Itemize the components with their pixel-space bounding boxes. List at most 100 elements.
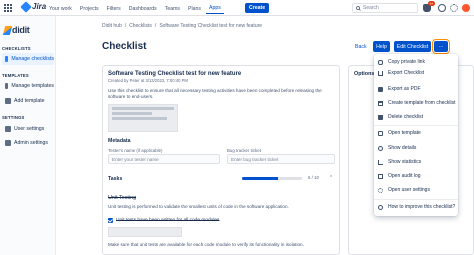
menu-item-show-statistics[interactable]: Show statistics <box>374 157 458 167</box>
didit-logo[interactable]: didit <box>2 25 30 35</box>
menu-item-open-audit-log[interactable]: Open audit log <box>374 171 458 181</box>
task-section-description: Unit testing is performed to validate th… <box>108 204 289 209</box>
search-placeholder: Search <box>363 5 379 11</box>
menu-item-label: Open template <box>388 130 421 136</box>
tasks-progress-bar <box>242 177 302 180</box>
sidebar-section-checklists: CHECKLISTS <box>2 46 31 51</box>
top-navigation-bar: Jira Your work Projects Filters Dashboar… <box>0 0 474 16</box>
menu-divider <box>374 199 458 200</box>
description-image <box>108 104 178 132</box>
search-icon <box>356 5 361 11</box>
nav-plans[interactable]: Plans <box>185 4 204 14</box>
back-link[interactable]: Back <box>355 44 367 50</box>
breadcrumb-current: Software Testing Checklist test for new … <box>159 23 263 29</box>
sidebar-item-label: Admin settings <box>14 140 49 146</box>
pdf-icon <box>378 86 383 92</box>
breadcrumb-didit-hub[interactable]: Didit hub <box>102 23 122 29</box>
gear-icon[interactable] <box>450 4 458 12</box>
sidebar-item-admin-settings[interactable]: Admin settings <box>2 137 54 149</box>
menu-item-label: How to improve this checklist? <box>388 204 456 210</box>
nav-your-work[interactable]: Your work <box>46 4 75 14</box>
nav-apps[interactable]: Apps <box>206 3 224 14</box>
sidebar-section-templates: TEMPLATES <box>2 73 29 78</box>
menu-item-label: Open user settings <box>388 187 430 193</box>
menu-item-label: Copy private link <box>388 59 425 65</box>
top-nav-menu: Your work Projects Filters Dashboards Te… <box>46 3 224 14</box>
sidebar-item-add-template[interactable]: Add template <box>2 95 54 107</box>
search-input[interactable]: Search <box>352 3 418 13</box>
sidebar-item-user-settings[interactable]: User settings <box>2 123 54 135</box>
jira-logo-icon <box>20 0 32 13</box>
tester-name-label: Tester's name (if applicable) <box>108 148 163 153</box>
breadcrumb: Didit hub / Checklists / Software Testin… <box>102 23 262 29</box>
help-icon[interactable] <box>438 4 446 12</box>
settings-icon <box>378 187 383 193</box>
task-description: Make sure that unit tests are available … <box>108 242 304 247</box>
nav-filters[interactable]: Filters <box>104 4 124 14</box>
question-icon <box>378 204 383 210</box>
menu-item-create-template[interactable]: Create template from checklist <box>374 98 458 108</box>
menu-item-copy-private-link[interactable]: Copy private link <box>374 57 458 67</box>
more-actions-menu: Copy private link Export Checklist Expor… <box>374 54 458 216</box>
bug-tracker-label: Bug tracker ticket <box>227 148 261 153</box>
details-icon <box>378 145 383 151</box>
metadata-heading: Metadata <box>108 138 131 144</box>
collapse-icon[interactable]: ⌃ <box>329 175 333 181</box>
link-icon <box>378 59 383 65</box>
menu-item-label: Export as PDF <box>388 86 421 92</box>
menu-item-export-pdf[interactable]: Export as PDF <box>374 84 458 94</box>
tasks-heading: Tasks <box>108 176 123 182</box>
menu-item-delete-checklist[interactable]: Delete checklist <box>374 112 458 122</box>
menu-item-label: Show details <box>388 145 417 151</box>
menu-item-open-template[interactable]: Open template <box>374 128 458 138</box>
nav-projects[interactable]: Projects <box>77 4 102 14</box>
menu-item-improve-checklist[interactable]: How to improve this checklist? <box>374 202 458 212</box>
tester-name-placeholder: Enter your tester name <box>112 156 159 162</box>
task-checkbox[interactable] <box>108 218 113 223</box>
sidebar-item-manage-templates[interactable]: Manage templates <box>2 80 54 92</box>
menu-item-show-details[interactable]: Show details <box>374 143 458 153</box>
jira-logo-text: Jira <box>32 2 47 11</box>
bug-tracker-placeholder: Enter bug tracker ticket <box>231 156 279 162</box>
task-section-title[interactable]: Unit Testing <box>108 195 136 201</box>
breadcrumb-checklists[interactable]: Checklists <box>129 23 152 29</box>
bug-tracker-field[interactable]: Enter bug tracker ticket <box>227 154 335 164</box>
options-heading: Options <box>354 71 375 77</box>
sidebar: didit CHECKLISTS Manage checklists TEMPL… <box>0 16 56 255</box>
didit-logo-text: didit <box>12 25 30 35</box>
app-switcher-icon[interactable] <box>4 4 12 12</box>
didit-logo-icon <box>2 25 13 35</box>
menu-item-label: Create template from checklist <box>388 100 456 106</box>
sidebar-section-settings: SETTINGS <box>2 115 25 120</box>
menu-item-open-user-settings[interactable]: Open user settings <box>374 185 458 195</box>
more-actions-button[interactable]: ··· <box>432 39 450 54</box>
user-icon <box>5 126 11 132</box>
breadcrumb-separator: / <box>124 23 127 29</box>
nav-dashboards[interactable]: Dashboards <box>126 4 160 14</box>
page-title: Checklist <box>102 41 147 52</box>
sidebar-item-manage-checklists[interactable]: Manage checklists <box>2 53 54 65</box>
menu-item-label: Show statistics <box>388 159 422 165</box>
nav-teams[interactable]: Teams <box>162 4 183 14</box>
task-image <box>108 227 182 237</box>
menu-item-label: Delete checklist <box>388 114 424 120</box>
sidebar-item-label: Add template <box>14 98 45 104</box>
help-button[interactable]: Help <box>373 41 390 52</box>
create-button[interactable]: Create <box>245 3 270 13</box>
avatar[interactable] <box>462 4 470 12</box>
tasks-progress-text: 6 / 10 <box>308 175 319 180</box>
tester-name-field[interactable]: Enter your tester name <box>108 154 220 164</box>
menu-item-export-checklist[interactable]: Export Checklist <box>374 68 458 78</box>
jira-logo[interactable]: Jira <box>20 0 47 13</box>
templates-icon <box>5 83 9 89</box>
edit-checklist-button[interactable]: Edit Checklist <box>394 41 431 52</box>
breadcrumb-separator: / <box>154 23 157 29</box>
menu-item-label: Export Checklist <box>388 70 425 76</box>
menu-divider <box>374 125 458 126</box>
template-icon <box>378 100 383 106</box>
sidebar-item-label: User settings <box>14 126 45 132</box>
task-item[interactable]: Unit tests have been written for all cod… <box>108 218 219 223</box>
trash-icon <box>378 114 383 120</box>
add-icon <box>5 98 11 104</box>
tasks-progress-fill <box>242 177 278 180</box>
